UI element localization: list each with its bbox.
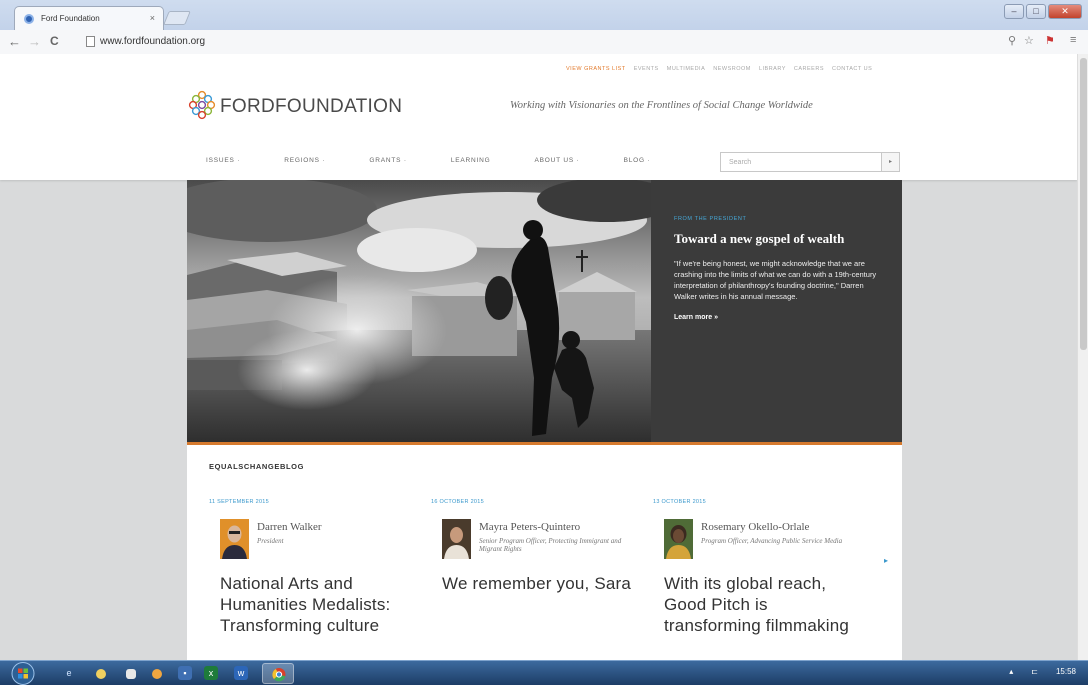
blog-card-title[interactable]: We remember you, Sara bbox=[442, 573, 642, 594]
tab-close-icon[interactable]: × bbox=[150, 13, 155, 23]
nav-item-blog[interactable]: BLOG · bbox=[624, 157, 651, 164]
utility-link[interactable]: CONTACT US bbox=[832, 66, 872, 72]
site-tagline: Working with Visionaries on the Frontlin… bbox=[510, 100, 813, 111]
hero-title[interactable]: Toward a new gospel of wealth bbox=[674, 231, 886, 247]
blog-card-date: 13 OCTOBER 2015 bbox=[653, 499, 707, 505]
web-page: VIEW GRANTS LIST EVENTS MULTIMEDIA NEWSR… bbox=[0, 54, 1077, 660]
address-bar[interactable]: www.fordfoundation.org bbox=[84, 33, 992, 51]
author-avatar bbox=[664, 519, 693, 559]
reload-button[interactable]: C bbox=[50, 34, 59, 48]
utility-link[interactable]: CAREERS bbox=[794, 66, 824, 72]
main-nav: ISSUES · REGIONS · GRANTS · LEARNING ABO… bbox=[206, 157, 694, 164]
nav-item-regions[interactable]: REGIONS · bbox=[284, 157, 325, 164]
page-scrollbar[interactable] bbox=[1077, 54, 1088, 660]
start-button-icon[interactable] bbox=[8, 661, 38, 685]
tray-network-icon[interactable]: ⊏ bbox=[1031, 667, 1038, 676]
chrome-icon bbox=[272, 668, 286, 682]
hero-photo[interactable] bbox=[187, 180, 651, 442]
nav-item-grants[interactable]: GRANTS · bbox=[369, 157, 406, 164]
utility-link[interactable]: VIEW GRANTS LIST bbox=[566, 66, 626, 72]
ford-foundation-logo-icon[interactable] bbox=[188, 90, 216, 120]
scrollbar-thumb[interactable] bbox=[1080, 58, 1087, 350]
blog-card-author: Mayra Peters-Quintero bbox=[479, 521, 581, 533]
page-icon bbox=[86, 36, 95, 47]
utility-link[interactable]: NEWSROOM bbox=[713, 66, 751, 72]
app-icon[interactable] bbox=[152, 669, 162, 679]
utility-link[interactable]: MULTIMEDIA bbox=[667, 66, 706, 72]
file-explorer-icon[interactable] bbox=[126, 669, 136, 679]
blog-card-date: 11 SEPTEMBER 2015 bbox=[209, 499, 270, 505]
internet-explorer-icon[interactable]: e bbox=[62, 666, 76, 680]
blog-section: EQUALSCHANGEBLOG 11 SEPTEMBER 2015 Darre… bbox=[187, 445, 902, 660]
browser-toolbar: ← → C www.fordfoundation.org ⚲ ☆ ⚑ ≡ bbox=[0, 30, 1088, 54]
tray-clock[interactable]: 15:58 bbox=[1056, 667, 1076, 676]
blog-card[interactable]: 13 OCTOBER 2015 Rosemary Okello-Orlale P… bbox=[653, 485, 871, 660]
search-button[interactable]: ▸ bbox=[882, 152, 900, 172]
nav-item-learning[interactable]: LEARNING bbox=[451, 157, 491, 164]
logo-text[interactable]: FORDFOUNDATION bbox=[220, 96, 402, 118]
tray-expand-icon[interactable]: ▴ bbox=[1009, 667, 1013, 676]
nav-item-issues[interactable]: ISSUES · bbox=[206, 157, 240, 164]
blog-card-title[interactable]: National Arts and Humanities Medalists: … bbox=[220, 573, 410, 636]
excel-icon[interactable]: x bbox=[204, 666, 218, 680]
windows-app-icon[interactable]: ▪ bbox=[178, 666, 192, 680]
back-button[interactable]: ← bbox=[8, 34, 21, 49]
favicon-icon bbox=[24, 14, 34, 24]
forward-button[interactable]: → bbox=[28, 34, 41, 49]
nav-item-about-us[interactable]: ABOUT US · bbox=[534, 157, 579, 164]
taskbar: e ▪ x w ▴ ⊏ 15:58 bbox=[0, 660, 1088, 685]
blog-card-role: Senior Program Officer, Protecting Immig… bbox=[479, 537, 622, 553]
blog-card-author: Darren Walker bbox=[257, 521, 322, 533]
hero-feature-panel: FROM THE PRESIDENT Toward a new gospel o… bbox=[651, 180, 902, 442]
utility-link[interactable]: LIBRARY bbox=[759, 66, 786, 72]
maximize-button[interactable]: □ bbox=[1026, 4, 1046, 19]
search-input[interactable]: Search bbox=[720, 152, 882, 172]
bookmark-star-icon[interactable]: ☆ bbox=[1024, 34, 1034, 47]
author-avatar bbox=[442, 519, 471, 559]
learn-more-link[interactable]: Learn more » bbox=[674, 314, 886, 321]
site-header: VIEW GRANTS LIST EVENTS MULTIMEDIA NEWSR… bbox=[0, 54, 1077, 180]
media-app-icon[interactable] bbox=[96, 669, 106, 679]
taskbar-chrome-button[interactable] bbox=[262, 663, 294, 684]
extension-icon[interactable]: ⚲ bbox=[1008, 34, 1016, 47]
new-tab-button[interactable] bbox=[163, 11, 191, 25]
window-controls: – □ ✕ bbox=[1004, 4, 1082, 19]
blog-card[interactable]: 16 OCTOBER 2015 Mayra Peters-Quintero Se… bbox=[431, 485, 649, 660]
minimize-button[interactable]: – bbox=[1004, 4, 1024, 19]
menu-icon[interactable]: ≡ bbox=[1070, 34, 1076, 46]
blog-card-title[interactable]: With its global reach, Good Pitch is tra… bbox=[664, 573, 869, 636]
extension-flag-icon[interactable]: ⚑ bbox=[1045, 34, 1055, 47]
browser-chrome: Ford Foundation × – □ ✕ ← → C www.fordfo… bbox=[0, 0, 1088, 54]
utility-nav: VIEW GRANTS LIST EVENTS MULTIMEDIA NEWSR… bbox=[566, 66, 878, 72]
author-avatar bbox=[220, 519, 249, 559]
hero-kicker: FROM THE PRESIDENT bbox=[674, 216, 747, 222]
blog-next-arrow-icon[interactable]: ▸ bbox=[884, 556, 888, 565]
tab-title: Ford Foundation bbox=[41, 14, 100, 23]
url-text: www.fordfoundation.org bbox=[100, 36, 206, 47]
blog-card[interactable]: 11 SEPTEMBER 2015 Darren Walker Presiden… bbox=[209, 485, 427, 660]
close-window-button[interactable]: ✕ bbox=[1048, 4, 1082, 19]
blog-heading: EQUALSCHANGEBLOG bbox=[209, 462, 305, 471]
system-tray: ▴ ⊏ 15:58 bbox=[1009, 667, 1076, 676]
blog-card-author: Rosemary Okello-Orlale bbox=[701, 521, 810, 533]
browser-tab[interactable]: Ford Foundation × bbox=[14, 6, 164, 30]
utility-link[interactable]: EVENTS bbox=[634, 66, 659, 72]
blog-card-date: 16 OCTOBER 2015 bbox=[431, 499, 485, 505]
blog-card-role: Program Officer, Advancing Public Servic… bbox=[701, 537, 843, 545]
word-icon[interactable]: w bbox=[234, 666, 248, 680]
hero-body: "If we're being honest, we might acknowl… bbox=[674, 259, 877, 301]
blog-card-role: President bbox=[257, 537, 284, 545]
